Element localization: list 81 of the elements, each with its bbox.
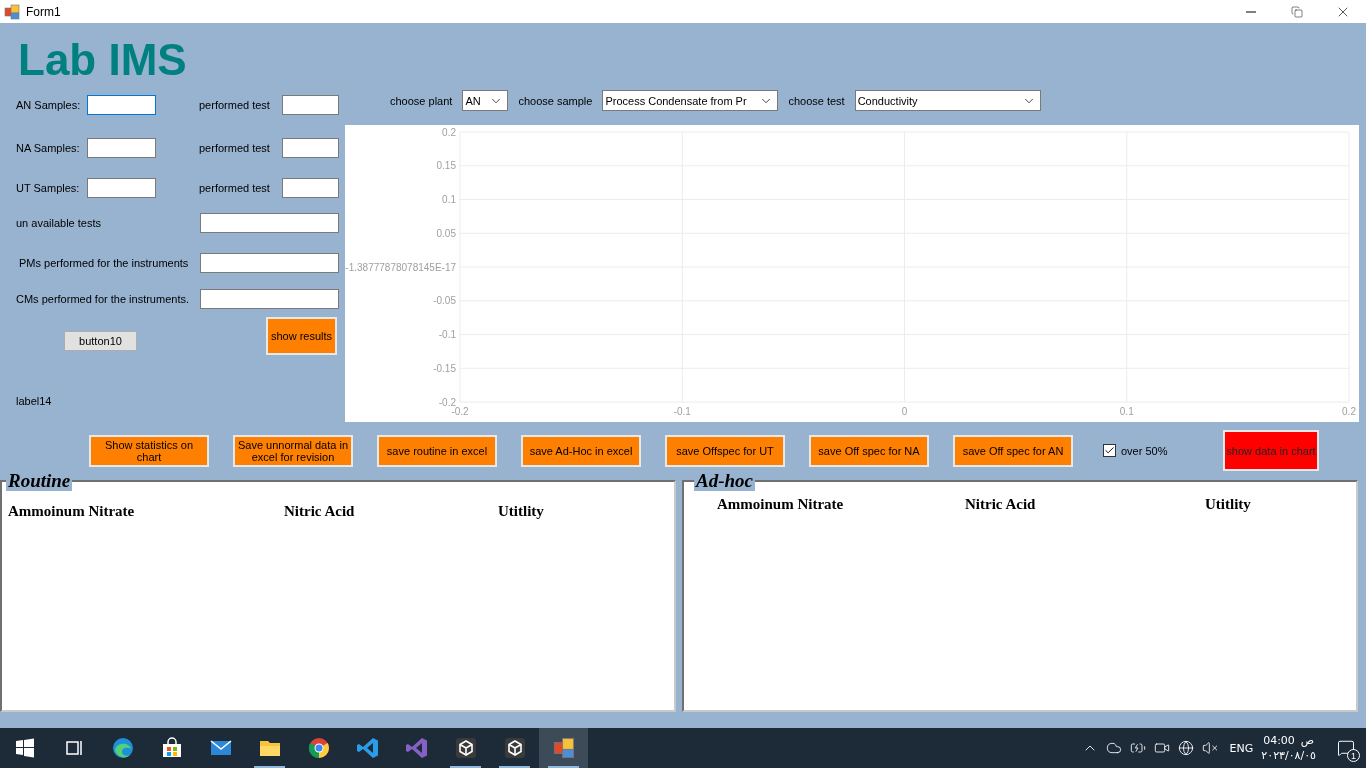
network-icon[interactable] bbox=[1177, 740, 1194, 756]
dropdown[interactable]: Process Condensate from Pr bbox=[602, 90, 779, 111]
code-editor-icon bbox=[355, 736, 380, 760]
volume-muted-icon[interactable] bbox=[1201, 740, 1218, 756]
action-button[interactable]: Show statistics on chart bbox=[89, 434, 209, 467]
app-icon bbox=[4, 3, 20, 20]
action-button[interactable]: save Off spec for AN bbox=[953, 434, 1073, 467]
filter-label: choose plant bbox=[390, 94, 453, 107]
column-header: Utitlity bbox=[1205, 496, 1251, 513]
input-field[interactable] bbox=[200, 253, 339, 273]
column-header: Ammoinum Nitrate bbox=[8, 503, 135, 520]
field-label: performed test bbox=[199, 182, 271, 194]
language-indicator[interactable]: ENG bbox=[1229, 741, 1254, 755]
input-field[interactable] bbox=[87, 178, 156, 198]
action-button[interactable]: save routine in excel bbox=[377, 434, 497, 467]
tick-label: -0.2 bbox=[451, 406, 469, 417]
cube-icon bbox=[502, 736, 527, 760]
action-button[interactable]: save Offspec for UT bbox=[665, 434, 785, 467]
field-label: performed test bbox=[199, 99, 271, 111]
dropdown[interactable]: AN bbox=[462, 90, 509, 111]
column-header: Nitric Acid bbox=[965, 496, 1036, 513]
tick-label: -0.1 bbox=[673, 406, 691, 417]
tick-label: 0.1 bbox=[442, 194, 456, 205]
app-icon bbox=[552, 737, 575, 759]
tick-label: -1.38777878078145E-17 bbox=[345, 261, 456, 273]
input-field[interactable] bbox=[200, 289, 339, 309]
input-field[interactable] bbox=[282, 178, 339, 198]
action-button[interactable]: save Off spec for NA bbox=[809, 434, 929, 467]
tick-label: 0.2 bbox=[442, 126, 456, 138]
cube-icon bbox=[453, 736, 478, 760]
field-label: AN Samples: bbox=[16, 99, 82, 111]
field-label: UT Samples: bbox=[16, 182, 81, 194]
camera-icon[interactable] bbox=[1153, 740, 1170, 756]
cloud-icon[interactable] bbox=[1105, 740, 1122, 756]
field-label: performed test bbox=[199, 142, 271, 154]
notification-icon[interactable] bbox=[1337, 739, 1355, 757]
checkbox[interactable] bbox=[1103, 444, 1116, 457]
restore-icon bbox=[1291, 5, 1303, 18]
show-results-button[interactable]: show results bbox=[266, 317, 337, 355]
field-label: un available tests bbox=[16, 217, 102, 229]
filter-label: choose sample bbox=[518, 94, 593, 107]
notification-count: 1 bbox=[1347, 749, 1360, 762]
input-field[interactable] bbox=[87, 95, 156, 115]
browser-icon bbox=[306, 736, 331, 760]
tick-label: 0.15 bbox=[436, 160, 456, 172]
dropdown[interactable]: Conductivity bbox=[854, 90, 1041, 111]
field-label: CMs performed for the instruments. bbox=[16, 293, 190, 305]
filter-label: choose test bbox=[788, 94, 845, 107]
tick-label: -0.15 bbox=[433, 362, 456, 374]
tick-label: -0.1 bbox=[438, 329, 456, 340]
panel-title: Routine bbox=[6, 471, 73, 491]
column-header: Nitric Acid bbox=[284, 503, 355, 520]
status-label: label14 bbox=[16, 395, 53, 407]
column-header: Utitlity bbox=[498, 503, 544, 520]
tick-label: 0.1 bbox=[1119, 406, 1134, 417]
column-header: Ammoinum Nitrate bbox=[717, 496, 844, 513]
tick-label: -0.05 bbox=[433, 295, 456, 307]
input-field[interactable] bbox=[87, 138, 156, 158]
clock-period[interactable]: ص bbox=[1300, 734, 1315, 747]
clock-time[interactable]: 04:00 bbox=[1263, 734, 1295, 747]
tick-label: -0.2 bbox=[438, 396, 456, 408]
window-title: Form1 bbox=[26, 4, 62, 19]
checkbox-label: over 50% bbox=[1121, 444, 1168, 457]
button[interactable]: button10 bbox=[64, 331, 137, 351]
input-field[interactable] bbox=[282, 95, 339, 115]
field-label: NA Samples: bbox=[16, 142, 81, 154]
clock-date[interactable]: ٢٠٢٣/٠٨/٠٥ bbox=[1261, 749, 1316, 762]
input-field[interactable] bbox=[200, 213, 339, 233]
panel-title: Ad-hoc bbox=[694, 471, 755, 491]
app-title: Lab IMS bbox=[18, 40, 187, 80]
tick-label: 0 bbox=[901, 406, 908, 417]
field-label: PMs performed for the instruments bbox=[18, 257, 190, 269]
input-field[interactable] bbox=[282, 138, 339, 158]
tick-label: 0.05 bbox=[436, 227, 456, 239]
action-button[interactable]: save Ad-Hoc in excel bbox=[521, 434, 641, 467]
show-data-button[interactable]: show data in chart bbox=[1223, 430, 1319, 471]
action-button[interactable]: Save unnormal data in excel for revision bbox=[233, 434, 353, 467]
battery-icon[interactable] bbox=[1129, 740, 1146, 756]
minimize-icon bbox=[1246, 10, 1256, 13]
tick-label: 0.2 bbox=[1342, 406, 1356, 417]
wave-circle-icon bbox=[110, 736, 135, 760]
